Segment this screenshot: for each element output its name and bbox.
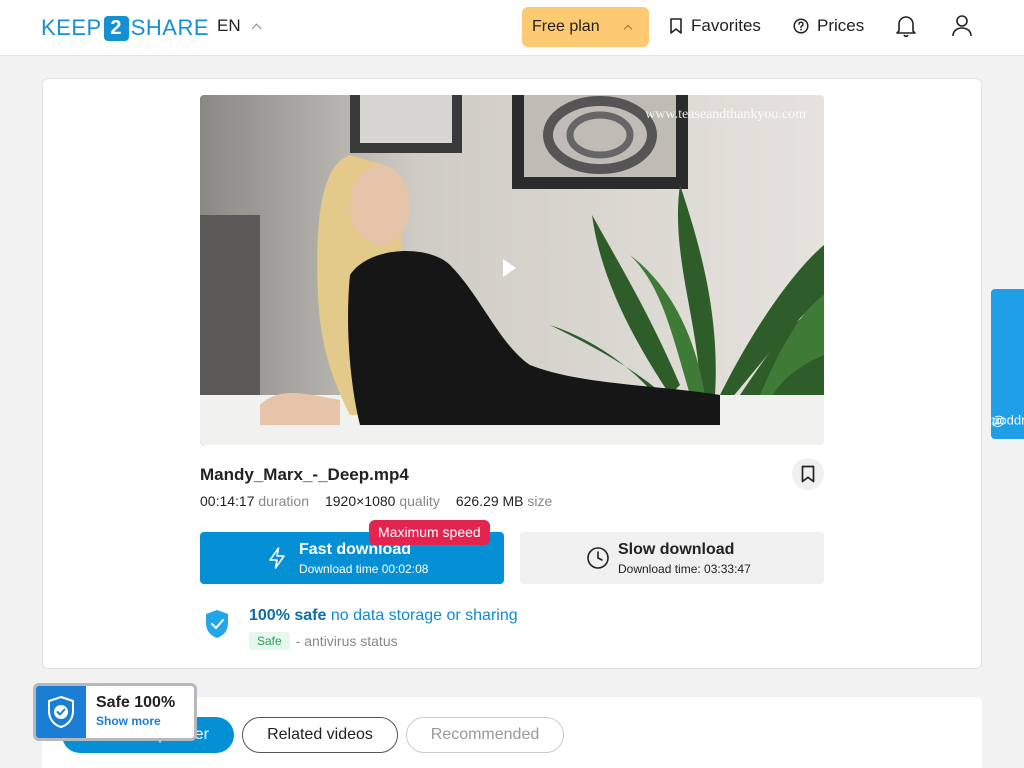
meta-duration: 00:14:17 duration bbox=[200, 493, 309, 509]
nav-prices-label: Prices bbox=[817, 16, 865, 35]
duration-label: duration bbox=[258, 493, 309, 509]
fast-download-time: Download time 00:02:08 bbox=[299, 562, 429, 576]
quality-value: 1920×1080 bbox=[324, 493, 396, 509]
safety-statement: 100% safe no data storage or sharing bbox=[249, 607, 518, 625]
language-selector[interactable]: EN bbox=[217, 16, 262, 36]
meta-size: 626.29 MB size bbox=[456, 493, 553, 509]
nav-favorites[interactable]: Favorites bbox=[669, 16, 761, 36]
safety-strong: 100% safe bbox=[249, 607, 327, 624]
contact-support-tab[interactable]: @ contact support bbox=[991, 289, 1024, 439]
file-card: www.teaseandthankyou.com Mandy_Marx_-_De… bbox=[42, 78, 982, 669]
size-value: 626.29 MB bbox=[455, 493, 524, 509]
add-favorite-button[interactable] bbox=[792, 458, 824, 490]
logo-badge: 2 bbox=[103, 15, 129, 41]
bolt-icon bbox=[269, 547, 285, 569]
video-preview[interactable]: www.teaseandthankyou.com bbox=[200, 95, 824, 445]
help-circle-icon bbox=[793, 18, 809, 34]
file-meta: 00:14:17 duration 1920×1080 quality 626.… bbox=[200, 493, 552, 509]
slow-download-time: Download time: 03:33:47 bbox=[618, 562, 751, 576]
user-icon bbox=[952, 15, 972, 37]
nav-prices[interactable]: Prices bbox=[793, 16, 864, 36]
chevron-up-icon bbox=[623, 24, 633, 34]
logo-text-left: KEEP bbox=[41, 15, 102, 40]
plan-button[interactable]: Free plan bbox=[522, 7, 649, 47]
language-label: EN bbox=[217, 16, 241, 35]
video-watermark: www.teaseandthankyou.com bbox=[645, 107, 806, 122]
play-icon[interactable] bbox=[503, 259, 516, 277]
file-name: Mandy_Marx_-_Deep.mp4 bbox=[200, 465, 409, 484]
shield-check-icon bbox=[206, 610, 228, 638]
contact-support-label: @ contact support bbox=[992, 289, 1024, 439]
slow-download-button[interactable]: Slow download Download time: 03:33:47 bbox=[520, 532, 824, 584]
bell-icon bbox=[896, 16, 916, 38]
safe-widget-shield bbox=[36, 686, 86, 738]
tab-related-videos[interactable]: Related videos bbox=[242, 717, 398, 753]
no-data-storage-link[interactable]: no data storage or sharing bbox=[331, 607, 518, 624]
bookmark-icon bbox=[670, 18, 682, 34]
antivirus-text: - antivirus status bbox=[295, 633, 398, 649]
slow-download-title: Slow download bbox=[618, 541, 735, 558]
size-label: size bbox=[527, 493, 553, 509]
contact-support-text: contact support bbox=[991, 414, 1024, 430]
logo-text-right: SHARE bbox=[130, 15, 209, 40]
safe-widget[interactable]: Safe 100% Show more bbox=[33, 683, 197, 741]
tab-recommended[interactable]: Recommended bbox=[406, 717, 564, 753]
meta-quality: 1920×1080 quality bbox=[325, 493, 440, 509]
bookmark-icon bbox=[801, 465, 815, 483]
clock-icon bbox=[587, 547, 609, 569]
notifications-button[interactable] bbox=[895, 14, 919, 40]
logo[interactable]: KEEP 2 SHARE bbox=[41, 15, 209, 41]
account-button[interactable] bbox=[951, 14, 975, 40]
quality-label: quality bbox=[399, 493, 440, 509]
antivirus-status: Safe - antivirus status bbox=[249, 632, 398, 650]
safe-widget-show-more[interactable]: Show more bbox=[96, 714, 175, 728]
top-header: KEEP 2 SHARE EN Free plan Favorites Pric… bbox=[0, 0, 1024, 56]
plan-label: Free plan bbox=[532, 18, 600, 35]
shield-check-icon bbox=[48, 695, 74, 729]
duration-value: 00:14:17 bbox=[200, 493, 255, 509]
max-speed-badge: Maximum speed bbox=[369, 520, 490, 545]
safe-widget-title: Safe 100% bbox=[96, 694, 176, 711]
nav-favorites-label: Favorites bbox=[691, 16, 761, 35]
chevron-up-icon bbox=[251, 23, 262, 34]
antivirus-badge: Safe bbox=[249, 632, 290, 650]
